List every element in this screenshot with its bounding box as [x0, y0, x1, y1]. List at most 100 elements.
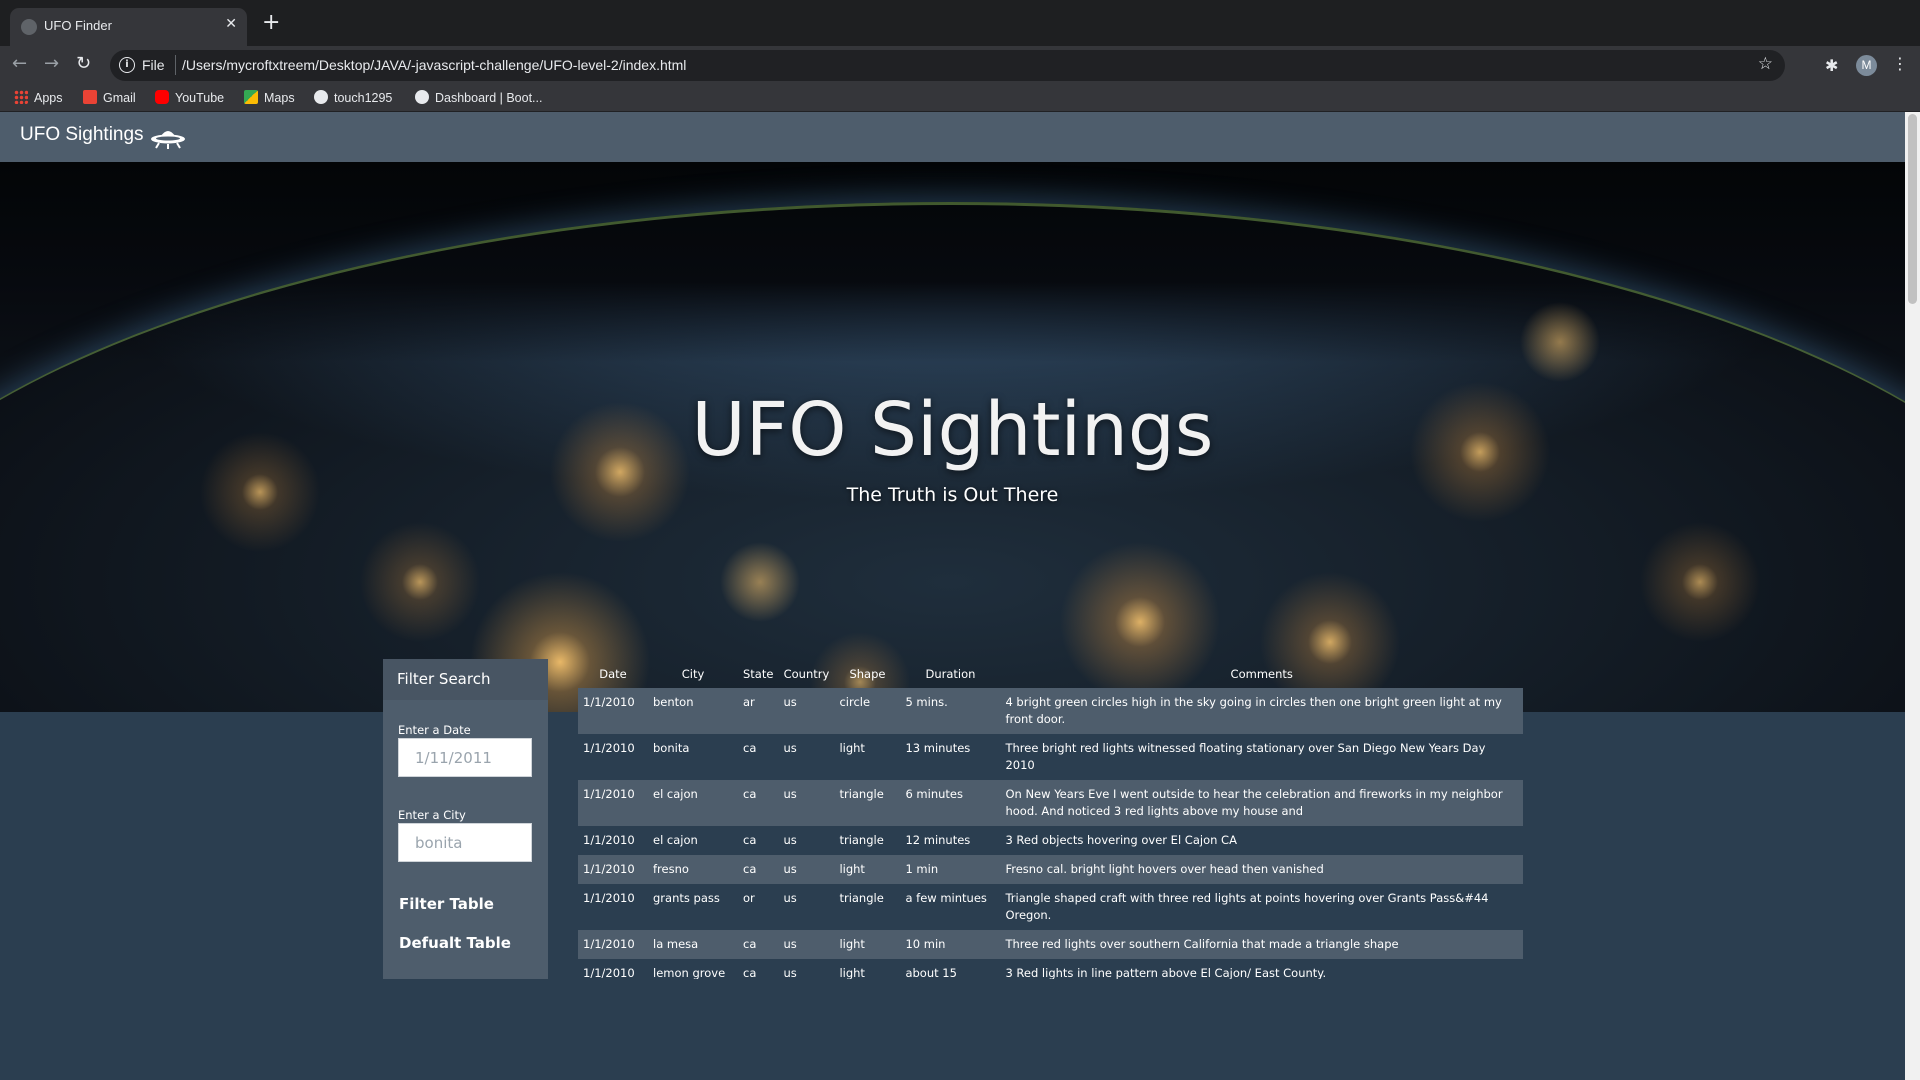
hero-subtitle: The Truth is Out There — [846, 484, 1059, 506]
cell-city: la mesa — [653, 937, 699, 951]
cell-comments: 3 Red objects hovering over El Cajon CA — [1005, 833, 1237, 847]
page-scrollbar[interactable] — [1905, 112, 1920, 1080]
address-bar[interactable]: i File /Users/mycroftxtreem/Desktop/JAVA… — [110, 50, 1785, 81]
cell-comments: Three bright red lights witnessed floati… — [1005, 741, 1486, 772]
cell-state: ca — [743, 833, 757, 847]
bookmark-label: Maps — [264, 91, 295, 105]
table-row: 1/1/2010 el cajon ca us triangle 12 minutes 3 … — [578, 826, 1523, 855]
cell-duration: about 15 minutes — [905, 966, 957, 979]
url-text[interactable]: /Users/mycroftxtreem/Desktop/JAVA/-javas… — [182, 57, 686, 73]
bookmark-dashboard[interactable]: Dashboard | Boot... — [415, 90, 542, 105]
cell-country: us — [783, 862, 797, 876]
header-city: City — [681, 666, 705, 681]
forward-icon[interactable]: → — [44, 54, 59, 74]
cell-shape: triangle — [839, 833, 884, 847]
cell-duration: 5 mins. — [905, 695, 948, 709]
cell-state: ca — [743, 862, 757, 876]
bookmark-apps[interactable]: Apps — [14, 90, 63, 105]
cell-country: us — [783, 695, 797, 709]
bookmark-star-icon[interactable]: ☆ — [1758, 54, 1773, 74]
url-scheme: File — [142, 57, 165, 73]
bookmark-github[interactable]: touch1295 — [314, 90, 392, 105]
bookmark-label: Gmail — [103, 91, 136, 105]
date-input[interactable] — [398, 738, 532, 777]
filter-table-button[interactable]: Filter Table — [399, 895, 494, 913]
cell-date: 1/1/2010 — [583, 891, 635, 905]
table-row: 1/1/2010 la mesa ca us light 10 min Three red … — [578, 930, 1523, 959]
close-icon[interactable]: ✕ — [225, 16, 237, 32]
browser-tab[interactable]: UFO Finder ✕ — [10, 8, 247, 46]
extensions-icon[interactable]: ✱ — [1825, 56, 1838, 75]
cell-duration: a few mintues — [905, 891, 987, 905]
hero-title: UFO Sightings — [691, 387, 1214, 473]
apps-grid-icon — [14, 90, 28, 104]
bookmark-label: Dashboard | Boot... — [435, 91, 543, 105]
browser-toolbar: ← → ↻ i File /Users/mycroftxtreem/Deskto… — [0, 46, 1920, 86]
cell-state: ca — [743, 741, 757, 755]
cell-comments: 4 bright green circles high in the sky g… — [1005, 695, 1502, 726]
cell-shape: triangle — [839, 787, 884, 801]
header-state: State — [743, 666, 774, 681]
table-row: 1/1/2010 el cajon ca us triangle 6 minutes On … — [578, 780, 1523, 826]
back-icon[interactable]: ← — [12, 54, 27, 74]
cell-duration: 10 min — [905, 937, 946, 951]
site-navbar: UFO Sightings — [0, 112, 1905, 162]
header-duration: Duration — [925, 666, 976, 681]
kebab-menu-icon[interactable]: ⋮ — [1892, 54, 1908, 73]
cell-country: us — [783, 787, 797, 801]
bookmark-maps[interactable]: Maps — [244, 90, 295, 105]
bookmark-label: YouTube — [175, 91, 225, 105]
cell-city: lemon grove — [653, 966, 726, 979]
cell-shape: circle — [839, 695, 871, 709]
cell-duration: 6 minutes — [905, 787, 963, 801]
cell-date: 1/1/2010 — [583, 862, 635, 876]
header-shape: Shape — [849, 666, 886, 681]
bookmark-gmail[interactable]: Gmail — [83, 90, 136, 105]
cell-date: 1/1/2010 — [583, 741, 635, 755]
bookmark-youtube[interactable]: YouTube — [155, 90, 224, 105]
cell-comments: On New Years Eve I went outside to hear … — [1005, 787, 1503, 818]
reload-icon[interactable]: ↻ — [76, 54, 91, 74]
cell-shape: triangle — [839, 891, 884, 905]
cell-shape: light — [839, 741, 865, 755]
table-row: 1/1/2010 grants pass or us triangle a few min… — [578, 884, 1523, 930]
ufo-icon — [151, 131, 185, 149]
date-label: Enter a Date — [398, 723, 471, 737]
divider — [175, 55, 176, 75]
cell-duration: 1 min — [905, 862, 939, 876]
header-comments: Comments — [1230, 666, 1293, 681]
new-tab-icon[interactable]: + — [262, 12, 280, 34]
cell-state: ca — [743, 937, 757, 951]
cell-state: ca — [743, 966, 757, 979]
table-row: 1/1/2010 benton ar us circle 5 mins. 4 bright … — [578, 688, 1523, 734]
globe-icon — [415, 90, 429, 104]
cell-date: 1/1/2010 — [583, 937, 635, 951]
bookmarks-bar: Apps Gmail YouTube Maps touch1295 Dashbo… — [0, 86, 1920, 112]
cell-date: 1/1/2010 — [583, 833, 635, 847]
globe-icon — [21, 19, 37, 35]
sightings-table: Date City State Country Shape Duration C… — [578, 659, 1523, 979]
cell-state: or — [743, 891, 755, 905]
bookmark-label: Apps — [34, 91, 63, 105]
filter-panel: Filter Search Enter a Date Enter a City … — [383, 659, 548, 979]
scrollbar-thumb[interactable] — [1908, 114, 1917, 304]
filter-heading: Filter Search — [383, 659, 548, 700]
cell-country: us — [783, 966, 797, 979]
header-country: Country — [783, 666, 830, 681]
cell-state: ar — [743, 695, 755, 709]
city-input[interactable] — [398, 823, 532, 862]
info-icon[interactable]: i — [119, 57, 135, 73]
cell-city: fresno — [653, 862, 689, 876]
default-table-button[interactable]: Defualt Table — [399, 934, 511, 952]
cell-city: benton — [653, 695, 694, 709]
table-row: 1/1/2010 bonita ca us light 13 minutes Three b… — [578, 734, 1523, 780]
browser-tab-strip: UFO Finder ✕ + — [0, 0, 1920, 46]
cell-duration: 12 minutes — [905, 833, 971, 847]
cell-comments: Fresno cal. bright light hovers over hea… — [1005, 862, 1324, 876]
profile-avatar[interactable]: M — [1856, 55, 1877, 76]
cell-shape: light — [839, 966, 865, 979]
cell-state: ca — [743, 787, 757, 801]
cell-date: 1/1/2010 — [583, 966, 635, 979]
table-row: 1/1/2010 lemon grove ca us light about 15 min… — [578, 959, 1523, 979]
navbar-brand[interactable]: UFO Sightings — [20, 124, 144, 146]
